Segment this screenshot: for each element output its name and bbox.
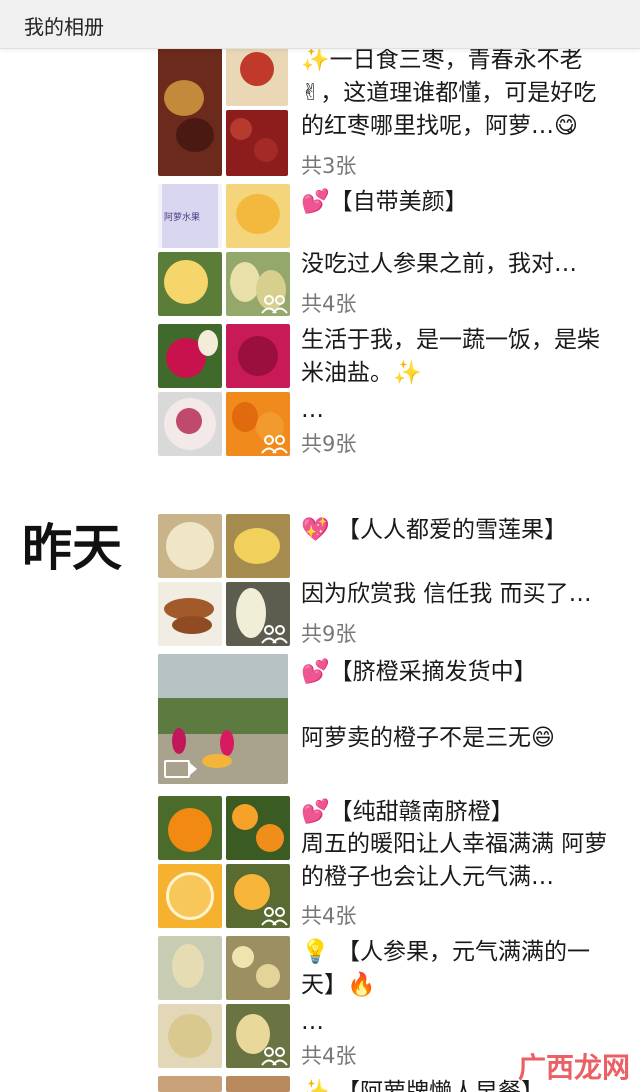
photo-orange-3[interactable] [226,864,290,928]
photo-ginseng-fruits[interactable] [226,252,290,316]
photo-yacon-peeled[interactable] [226,582,290,646]
photo-yacon-soup[interactable] [158,514,222,578]
date-label: 昨天 [22,519,122,577]
post-text: 生活于我，是一蔬一饭，是柴米油盐。✨ [301,327,600,386]
photo-yogurt-bowl[interactable] [158,392,222,456]
photo-count: 共3张 [301,154,357,178]
post-title: 💕【脐橙采摘发货中】 [301,659,537,685]
photo-count: 共9张 [301,622,357,646]
post-text: 没吃过人参果之前，我对… [301,251,577,277]
post-text-more: … [301,1009,324,1035]
photo-count: 共9张 [301,432,357,456]
post-text: ✨一日食三枣，青春永不老✌，这道理谁都懂，可是好吃的红枣哪里找呢，阿萝…😋 [301,47,597,139]
photo-ginseng-cut[interactable] [158,252,222,316]
watermark: 广西龙网 [517,1051,630,1084]
post-title: 💖 【人人都爱的雪莲果】 [301,517,567,543]
photo-ginseng-a[interactable] [158,936,222,1000]
video-orange-harvest[interactable] [158,654,288,784]
photo-count: 共4张 [301,904,357,928]
post-text-more: … [301,397,324,423]
photo-orange-2[interactable] [226,796,290,860]
photo-ginseng-slice[interactable] [226,184,290,248]
photo-ginseng-b[interactable] [226,936,290,1000]
photo-breakfast-1[interactable] [158,1076,222,1092]
photo-count: 共4张 [301,1044,357,1068]
post-text: 周五的暖阳让人幸福满满 阿萝的橙子也会让人元气满… [301,831,608,890]
box-label: 阿萝水果 [164,213,201,223]
photo-yacon-corn[interactable] [226,514,290,578]
photo-persimmons[interactable] [226,392,290,456]
photo-jujube-2[interactable] [226,40,288,106]
page-title: 我的相册 [24,15,104,39]
photo-ginseng-d[interactable] [226,1004,290,1068]
post-title: 💕【纯甜赣南脐橙】 [301,799,514,825]
photo-jujube-1[interactable] [158,40,222,176]
photo-count: 共4张 [301,292,357,316]
photo-yacon-roots[interactable] [158,582,222,646]
photo-dragonfruit-1[interactable] [158,324,222,388]
photo-ginseng-c[interactable] [158,1004,222,1068]
post-text: 因为欣赏我 信任我 而买了… [301,581,592,607]
top-bar: 我的相册 [0,0,640,49]
photo-breakfast-2[interactable] [226,1076,290,1092]
photo-dragonfruit-2[interactable] [226,324,290,388]
post-title: 💡 【人参果，元气满满的一天】🔥 [301,939,590,998]
photo-jujube-3[interactable] [226,110,288,176]
photo-orange-1[interactable] [158,796,222,860]
post-title: 💕【自带美颜】 [301,189,468,215]
photo-orange-sliced[interactable] [158,864,222,928]
photo-ginseng-box[interactable]: 阿萝水果 [158,184,222,248]
post-text: 阿萝卖的橙子不是三无😄 [301,725,555,751]
video-icon [164,760,197,778]
